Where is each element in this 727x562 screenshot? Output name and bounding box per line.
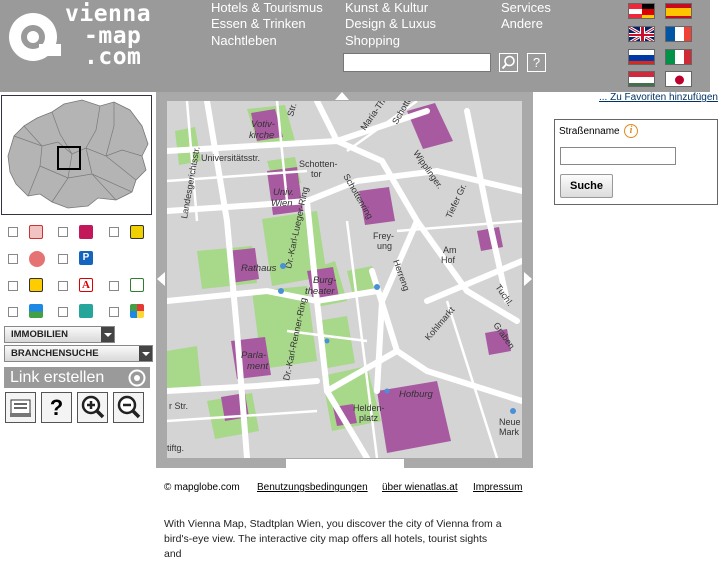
city-map[interactable]: Votiv-kirche Universitätsstr. Landesgeri…: [167, 101, 522, 458]
landscape-icon: [29, 304, 43, 318]
zoom-in-button[interactable]: [77, 392, 108, 423]
poi-checkbox[interactable]: [58, 254, 68, 264]
svg-text:Frey-ung: Frey-ung: [373, 231, 394, 251]
nav-services[interactable]: Services: [501, 0, 551, 16]
culture-icon: [130, 304, 144, 318]
parking-icon: P: [79, 251, 93, 265]
favorites-link[interactable]: ... Zu Favoriten hinzufügen: [599, 92, 718, 103]
about-link[interactable]: über wienatlas.at: [382, 482, 458, 493]
svg-text:Rathaus: Rathaus: [241, 263, 277, 274]
chevron-down-icon: [101, 327, 114, 342]
park-icon: [79, 304, 93, 318]
france-flag[interactable]: [665, 26, 692, 42]
poi-checkbox[interactable]: [58, 227, 68, 237]
italy-flag[interactable]: [665, 49, 692, 65]
svg-text:tiftg.: tiftg.: [167, 443, 184, 453]
uk-flag[interactable]: [628, 26, 655, 42]
poi-checkbox[interactable]: [109, 307, 119, 317]
pharmacy-icon: A: [79, 278, 93, 292]
poi-checkbox[interactable]: [58, 281, 68, 291]
svg-text:Votiv-kirche: Votiv-kirche: [249, 119, 275, 141]
info-icon[interactable]: i: [624, 124, 638, 138]
logo-text-line3[interactable]: .com: [84, 46, 141, 69]
hospital-icon: [130, 278, 144, 292]
terms-link[interactable]: Benutzungsbedingungen: [257, 482, 368, 493]
logo-text-line1[interactable]: vienna: [65, 3, 151, 26]
nav-shopping[interactable]: Shopping: [345, 33, 400, 49]
nav-kunst[interactable]: Kunst & Kultur: [345, 0, 428, 16]
immobilien-dropdown[interactable]: IMMOBILIEN: [4, 326, 115, 343]
overview-map[interactable]: [1, 95, 152, 215]
zoom-out-icon: [117, 395, 141, 419]
svg-text:Hofburg: Hofburg: [399, 389, 434, 400]
map-label: Votiv-: [251, 119, 275, 130]
svg-text:NeueMark: Neue Mark: [499, 417, 521, 437]
crown-icon: [79, 225, 93, 239]
poi-checkbox[interactable]: [8, 307, 18, 317]
nav-design[interactable]: Design & Luxus: [345, 16, 436, 32]
austria-flag[interactable]: [628, 3, 655, 19]
poi-checkbox[interactable]: [109, 281, 119, 291]
restaurant-icon: [29, 251, 45, 267]
nav-essen[interactable]: Essen & Trinken: [211, 16, 306, 32]
header-right-strip: [710, 0, 727, 92]
car-icon: [130, 225, 144, 239]
zoom-in-icon: [81, 395, 105, 419]
svg-text:r Str.: r Str.: [169, 401, 188, 411]
pan-up-arrow[interactable]: [335, 92, 349, 100]
immobilien-label: IMMOBILIEN: [11, 329, 68, 340]
poi-checkbox[interactable]: [8, 281, 18, 291]
nav-hotels[interactable]: Hotels & Tourismus: [211, 0, 323, 16]
logo-icon[interactable]: [5, 8, 63, 66]
target-icon: [128, 369, 146, 387]
street-search-panel: Straßenname i Suche: [554, 119, 718, 205]
help-button[interactable]: ?: [527, 53, 546, 72]
street-search-button[interactable]: Suche: [560, 174, 613, 198]
site-description: With Vienna Map, Stadtplan Wien, you dis…: [164, 518, 502, 560]
poi-checkbox[interactable]: [8, 254, 18, 264]
poi-checkbox[interactable]: [109, 227, 119, 237]
svg-text:Univ.Wien: Univ. Wien: [271, 187, 294, 209]
search-input[interactable]: [343, 53, 491, 72]
poi-checkbox[interactable]: [58, 307, 68, 317]
spain-flag[interactable]: [665, 3, 692, 19]
street-label: Straßenname: [559, 126, 620, 137]
pan-right-arrow[interactable]: [524, 272, 532, 286]
zoom-out-button[interactable]: [113, 392, 144, 423]
branchensuche-label: BRANCHENSUCHE: [11, 348, 99, 359]
chevron-down-icon: [139, 346, 152, 361]
printer-icon: [10, 399, 31, 417]
create-link-label: Link erstellen: [10, 369, 105, 386]
magnifier-icon: [501, 55, 515, 70]
print-button[interactable]: [5, 392, 36, 423]
poi-checkbox[interactable]: [8, 227, 18, 237]
nav-andere[interactable]: Andere: [501, 16, 543, 32]
search-button[interactable]: [499, 53, 518, 72]
map-frame-gap: [286, 459, 404, 468]
post-horn-icon: [29, 278, 43, 292]
pan-left-arrow[interactable]: [157, 272, 165, 286]
help-tool-button[interactable]: ?: [41, 392, 72, 423]
hungary-flag[interactable]: [628, 71, 655, 87]
svg-text:AmHof: Am Hof: [441, 245, 457, 265]
create-link-button[interactable]: Link erstellen: [4, 367, 150, 388]
nav-nachtleben[interactable]: Nachtleben: [211, 33, 277, 49]
street-input[interactable]: [560, 147, 676, 165]
imprint-link[interactable]: Impressum: [473, 482, 522, 493]
map-label-universitaetsstr: Universitätsstr.: [201, 153, 260, 163]
bus-icon: [29, 225, 43, 239]
russia-flag[interactable]: [628, 49, 655, 65]
copyright: © mapglobe.com: [164, 482, 240, 493]
branchensuche-dropdown[interactable]: BRANCHENSUCHE: [4, 345, 153, 362]
japan-flag[interactable]: [665, 71, 692, 87]
